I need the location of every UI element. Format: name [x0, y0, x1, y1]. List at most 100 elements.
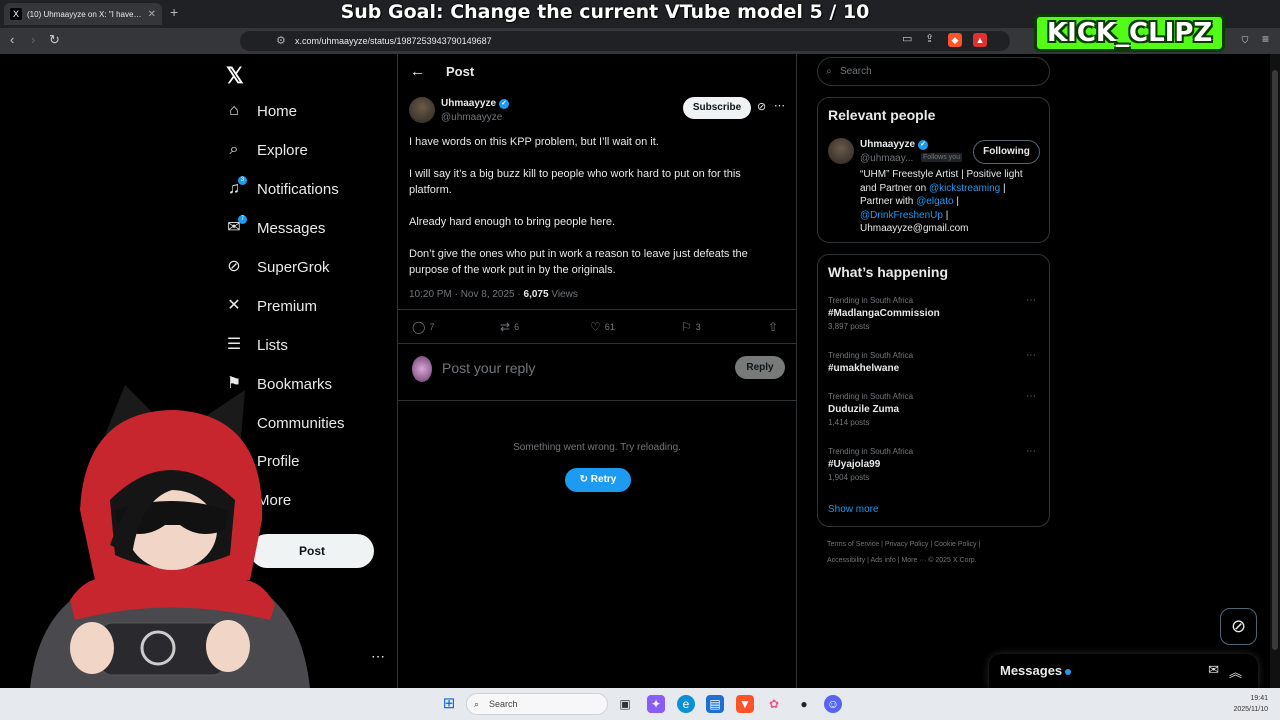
trend-more-icon[interactable]: ⋯: [1026, 295, 1036, 306]
reply-input[interactable]: Post your reply: [442, 360, 535, 376]
copilot-icon[interactable]: ✦: [647, 695, 665, 713]
repost-action[interactable]: ⇄ 6: [500, 320, 519, 334]
vpn-icon[interactable]: ⛉: [1238, 33, 1252, 47]
like-action[interactable]: ♡ 61: [590, 320, 615, 334]
nav-label: Home: [257, 102, 298, 120]
nav-notifications[interactable]: ♫ 3 Notifications: [225, 174, 339, 204]
url-text: x.com/uhmaayyze/status/19872539437901496…: [295, 36, 492, 46]
trend-item[interactable]: Trending in South Africa #Uyajola99 1,90…: [828, 447, 1038, 482]
messages-drawer[interactable]: Messages ✉ ︽: [989, 654, 1258, 688]
search-icon: ⌕: [474, 699, 480, 709]
store-icon[interactable]: ▤: [706, 695, 724, 713]
menu-icon[interactable]: ≡: [1262, 32, 1269, 46]
retry-label: Retry: [590, 474, 617, 485]
following-button[interactable]: Following: [973, 140, 1040, 164]
author-avatar[interactable]: [409, 97, 435, 123]
nav-home[interactable]: ⌂ Home: [225, 96, 297, 126]
notification-badge: 3: [238, 176, 247, 185]
share-action[interactable]: ⇧: [768, 320, 778, 334]
author-handle[interactable]: @uhmaayyze: [441, 112, 502, 123]
discord-icon[interactable]: ☺: [824, 695, 842, 713]
repost-icon: ⇄: [500, 320, 511, 334]
obs-icon[interactable]: ●: [795, 695, 813, 713]
trend-name: Duduzile Zuma: [828, 404, 900, 415]
grok-explain-icon[interactable]: ⊘: [757, 100, 766, 113]
site-info-icon[interactable]: ⚙: [276, 31, 286, 51]
edge-icon[interactable]: e: [677, 695, 695, 713]
trend-more-icon[interactable]: ⋯: [1026, 350, 1036, 361]
bio-link[interactable]: @kickstreaming: [929, 183, 1000, 194]
account-menu-icon[interactable]: ⋯: [371, 648, 385, 665]
messages-actions: ✉ ︽: [1208, 662, 1242, 681]
watermark-text: KICK_CLIPZ: [1047, 18, 1213, 48]
left-hand: [70, 622, 114, 674]
card-title: Relevant people: [828, 107, 936, 123]
post-timestamp[interactable]: 10:20 PM · Nov 8, 2025 ·: [409, 289, 524, 300]
show-more-link[interactable]: Show more: [828, 504, 879, 515]
trend-more-icon[interactable]: ⋯: [1026, 446, 1036, 457]
reload-icon[interactable]: ↻: [49, 32, 60, 48]
relevant-name[interactable]: Uhmaayyze ✓: [860, 139, 929, 150]
reply-button[interactable]: Reply: [735, 356, 785, 379]
brave-icon[interactable]: ▼: [736, 695, 754, 713]
grok-float-button[interactable]: ⊘: [1220, 608, 1257, 645]
brave-rewards-icon[interactable]: ▲: [973, 33, 987, 47]
repost-count: 6: [514, 322, 520, 332]
bio-link[interactable]: @elgato: [916, 196, 953, 207]
trend-item[interactable]: Trending in South Africa #umakhelwane: [828, 351, 1038, 374]
trend-item[interactable]: Trending in South Africa #MadlangaCommis…: [828, 296, 1038, 331]
verified-icon: ✓: [499, 98, 510, 109]
taskbar-clock[interactable]: 19:41 2025/11/10: [1233, 693, 1268, 715]
nav-premium[interactable]: ✕ Premium: [225, 291, 317, 321]
share-icon[interactable]: ⇪: [925, 32, 934, 45]
brave-shield-icon[interactable]: ◆: [948, 33, 962, 47]
forward-icon[interactable]: ›: [31, 32, 35, 47]
windows-start-icon[interactable]: ⊞: [440, 695, 458, 713]
clock-date: 2025/11/10: [1233, 706, 1268, 713]
post-paragraph: I have words on this KPP problem, but I’…: [409, 136, 659, 148]
scroll-thumb[interactable]: [1272, 70, 1278, 650]
trend-count: 3,897 posts: [828, 322, 870, 331]
home-icon: ⌂: [229, 102, 239, 119]
kick-clipz-watermark: KICK_CLIPZ: [1034, 14, 1226, 52]
relevant-handle[interactable]: @uhmaay...: [860, 153, 913, 164]
like-count: 61: [604, 322, 615, 332]
nav-supergrok[interactable]: ⊘ SuperGrok: [225, 252, 329, 282]
reply-action[interactable]: ◯ 7: [412, 320, 434, 334]
page-scrollbar[interactable]: [1270, 54, 1280, 688]
relevant-avatar[interactable]: [828, 138, 854, 164]
address-bar[interactable]: ⚙ x.com/uhmaayyze/status/198725394379014…: [240, 31, 1010, 51]
trend-context: Trending in South Africa: [828, 296, 914, 305]
expand-icon[interactable]: ︽: [1229, 662, 1242, 681]
bookmark-action[interactable]: ⚐ 3: [681, 320, 701, 334]
trend-context: Trending in South Africa: [828, 392, 914, 401]
trend-more-icon[interactable]: ⋯: [1026, 391, 1036, 402]
footer-links[interactable]: Terms of Service | Privacy Policy | Cook…: [827, 537, 1047, 553]
views-label: Views: [548, 289, 578, 300]
nav-messages[interactable]: ✉ 7 Messages: [225, 213, 325, 243]
x-logo-icon[interactable]: 𝕏: [226, 63, 244, 89]
back-icon[interactable]: ‹: [10, 32, 14, 47]
search-icon: ⌕: [229, 141, 239, 158]
taskbar-search[interactable]: ⌕ Search: [466, 693, 608, 715]
post-more-icon[interactable]: ⋯: [774, 99, 785, 112]
subscribe-button[interactable]: Subscribe: [683, 97, 751, 119]
cast-icon[interactable]: ▭: [902, 32, 912, 45]
author-name[interactable]: Uhmaayyze ✓: [441, 98, 510, 109]
reply-count: 7: [429, 322, 435, 332]
vtube-app-icon[interactable]: ✿: [765, 695, 783, 713]
trend-item[interactable]: Trending in South Africa Duduzile Zuma 1…: [828, 392, 1038, 427]
vtuber-avatar: [30, 385, 310, 688]
task-view-icon[interactable]: ▣: [616, 695, 634, 713]
back-arrow-icon[interactable]: ←: [410, 63, 425, 80]
bio-link[interactable]: @DrinkFreshenUp: [860, 210, 943, 221]
windows-taskbar: ⊞ ⌕ Search ▣ ✦ e ▤ ▼ ✿ ● ☺ 19:41 2025/11…: [0, 688, 1280, 720]
search-input[interactable]: ⌕ Search: [817, 57, 1050, 86]
footer-links[interactable]: Accessibility | Ads info | More ··· © 20…: [827, 553, 1047, 569]
nav-explore[interactable]: ⌕ Explore: [225, 135, 308, 165]
nav-lists[interactable]: ☰ Lists: [225, 330, 288, 360]
bookmark-icon: ⚐: [681, 320, 692, 334]
new-message-icon[interactable]: ✉: [1208, 662, 1219, 681]
trend-name: #MadlangaCommission: [828, 308, 940, 319]
retry-button[interactable]: ↻ Retry: [565, 468, 631, 492]
